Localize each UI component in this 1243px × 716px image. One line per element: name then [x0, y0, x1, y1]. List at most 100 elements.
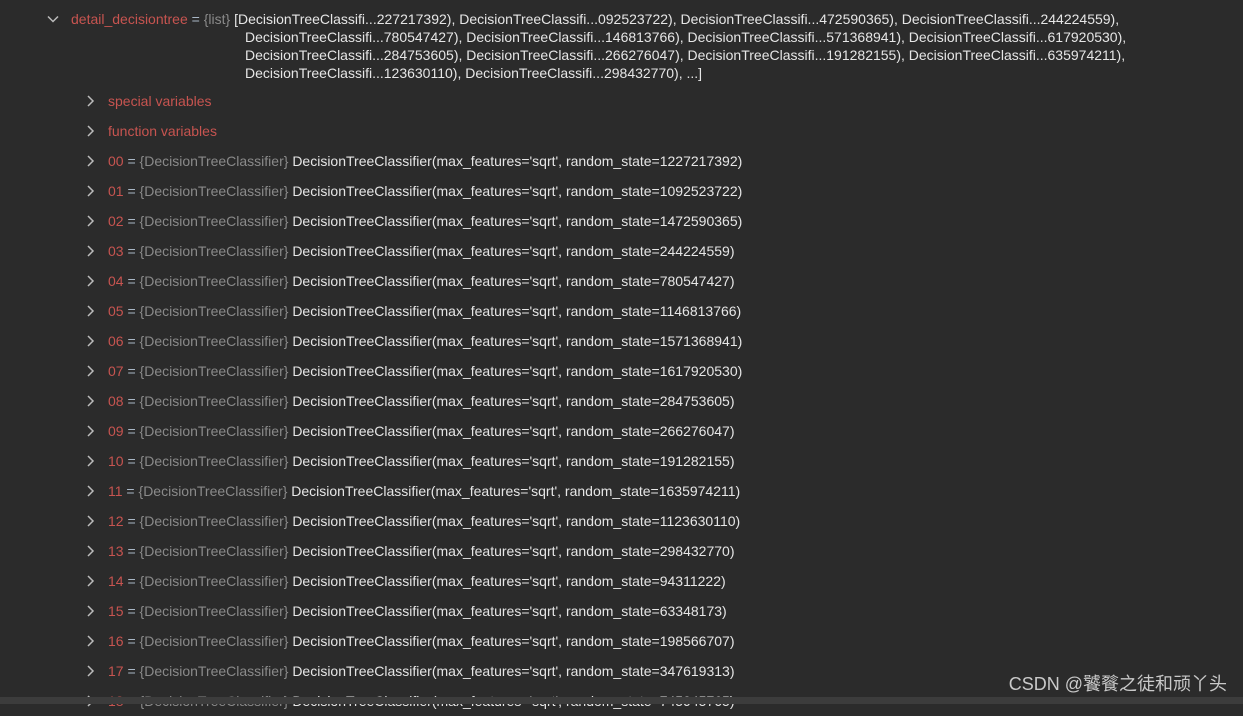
type-label: {list}	[203, 11, 231, 27]
tree-node-item[interactable]: 14 = {DecisionTreeClassifier} DecisionTr…	[0, 566, 1243, 596]
chevron-right-icon[interactable]	[83, 394, 97, 408]
tree-node-group[interactable]: function variables	[0, 116, 1243, 146]
item-text: 06 = {DecisionTreeClassifier} DecisionTr…	[108, 331, 742, 351]
chevron-right-icon[interactable]	[83, 484, 97, 498]
tree-node-item[interactable]: 00 = {DecisionTreeClassifier} DecisionTr…	[0, 146, 1243, 176]
chevron-right-icon[interactable]	[83, 154, 97, 168]
item-value: DecisionTreeClassifier(max_features='sqr…	[292, 663, 735, 679]
item-text: 12 = {DecisionTreeClassifier} DecisionTr…	[108, 511, 740, 531]
chevron-right-icon[interactable]	[83, 184, 97, 198]
item-value: DecisionTreeClassifier(max_features='sqr…	[292, 513, 741, 529]
chevron-right-icon[interactable]	[83, 214, 97, 228]
tree-node-item[interactable]: 13 = {DecisionTreeClassifier} DecisionTr…	[0, 536, 1243, 566]
item-value: DecisionTreeClassifier(max_features='sqr…	[292, 153, 743, 169]
horizontal-scrollbar[interactable]	[0, 697, 1243, 704]
equals-sign: =	[123, 423, 140, 439]
item-index: 03	[108, 243, 124, 259]
chevron-right-icon[interactable]	[83, 604, 97, 618]
item-text: 03 = {DecisionTreeClassifier} DecisionTr…	[108, 241, 734, 261]
equals-sign: =	[123, 663, 140, 679]
item-text: 09 = {DecisionTreeClassifier} DecisionTr…	[108, 421, 734, 441]
item-value: DecisionTreeClassifier(max_features='sqr…	[292, 543, 735, 559]
item-type: {DecisionTreeClassifier}	[139, 333, 289, 349]
chevron-right-icon[interactable]	[83, 364, 97, 378]
tree-node-item[interactable]: 12 = {DecisionTreeClassifier} DecisionTr…	[0, 506, 1243, 536]
chevron-right-icon[interactable]	[83, 634, 97, 648]
item-value: DecisionTreeClassifier(max_features='sqr…	[292, 453, 735, 469]
chevron-right-icon[interactable]	[83, 544, 97, 558]
equals-sign: =	[123, 393, 140, 409]
tree-node-detail-decisiontree[interactable]: detail_decisiontree = {list} [DecisionTr…	[0, 0, 1243, 86]
tree-node-item[interactable]: 04 = {DecisionTreeClassifier} DecisionTr…	[0, 266, 1243, 296]
tree-node-item[interactable]: 01 = {DecisionTreeClassifier} DecisionTr…	[0, 176, 1243, 206]
item-value: DecisionTreeClassifier(max_features='sqr…	[292, 183, 743, 199]
item-type: {DecisionTreeClassifier}	[139, 633, 289, 649]
chevron-down-icon[interactable]	[46, 12, 60, 26]
item-value: DecisionTreeClassifier(max_features='sqr…	[292, 213, 743, 229]
item-value: DecisionTreeClassifier(max_features='sqr…	[292, 333, 743, 349]
tree-node-group[interactable]: special variables	[0, 86, 1243, 116]
tree-node-item[interactable]: 16 = {DecisionTreeClassifier} DecisionTr…	[0, 626, 1243, 656]
tree-node-item[interactable]: 05 = {DecisionTreeClassifier} DecisionTr…	[0, 296, 1243, 326]
item-text: 14 = {DecisionTreeClassifier} DecisionTr…	[108, 571, 726, 591]
item-text: 07 = {DecisionTreeClassifier} DecisionTr…	[108, 361, 742, 381]
item-value: DecisionTreeClassifier(max_features='sqr…	[292, 363, 743, 379]
chevron-right-icon[interactable]	[83, 244, 97, 258]
item-type: {DecisionTreeClassifier}	[139, 603, 289, 619]
item-value: DecisionTreeClassifier(max_features='sqr…	[292, 603, 727, 619]
equals-sign: =	[123, 363, 140, 379]
equals-sign: =	[123, 453, 140, 469]
item-type: {DecisionTreeClassifier}	[139, 393, 289, 409]
item-index: 05	[108, 303, 124, 319]
equals-sign: =	[123, 573, 140, 589]
tree-node-item[interactable]: 02 = {DecisionTreeClassifier} DecisionTr…	[0, 206, 1243, 236]
item-type: {DecisionTreeClassifier}	[138, 483, 288, 499]
item-index: 17	[108, 663, 124, 679]
item-text: 16 = {DecisionTreeClassifier} DecisionTr…	[108, 631, 734, 651]
item-index: 02	[108, 213, 124, 229]
equals-sign: =	[123, 213, 140, 229]
item-text: 15 = {DecisionTreeClassifier} DecisionTr…	[108, 601, 727, 621]
item-index: 15	[108, 603, 124, 619]
chevron-right-icon[interactable]	[83, 304, 97, 318]
variables-tree: detail_decisiontree = {list} [DecisionTr…	[0, 0, 1243, 716]
item-text: 13 = {DecisionTreeClassifier} DecisionTr…	[108, 541, 734, 561]
root-first-line: detail_decisiontree = {list} [DecisionTr…	[71, 10, 1119, 28]
item-type: {DecisionTreeClassifier}	[139, 153, 289, 169]
item-index: 04	[108, 273, 124, 289]
item-value: DecisionTreeClassifier(max_features='sqr…	[292, 393, 735, 409]
item-value: DecisionTreeClassifier(max_features='sqr…	[292, 423, 735, 439]
chevron-right-icon[interactable]	[83, 274, 97, 288]
tree-node-item[interactable]: 10 = {DecisionTreeClassifier} DecisionTr…	[0, 446, 1243, 476]
item-text: 01 = {DecisionTreeClassifier} DecisionTr…	[108, 181, 742, 201]
item-text: 10 = {DecisionTreeClassifier} DecisionTr…	[108, 451, 734, 471]
equals-sign: =	[123, 273, 140, 289]
item-index: 12	[108, 513, 124, 529]
chevron-right-icon[interactable]	[83, 514, 97, 528]
tree-node-item[interactable]: 11 = {DecisionTreeClassifier} DecisionTr…	[0, 476, 1243, 506]
item-type: {DecisionTreeClassifier}	[139, 423, 289, 439]
equals-sign: =	[187, 11, 204, 27]
chevron-right-icon[interactable]	[83, 454, 97, 468]
chevron-right-icon[interactable]	[83, 574, 97, 588]
tree-node-item[interactable]: 03 = {DecisionTreeClassifier} DecisionTr…	[0, 236, 1243, 266]
equals-sign: =	[123, 333, 140, 349]
item-type: {DecisionTreeClassifier}	[139, 213, 289, 229]
tree-node-item[interactable]: 15 = {DecisionTreeClassifier} DecisionTr…	[0, 596, 1243, 626]
chevron-right-icon[interactable]	[83, 94, 97, 108]
item-index: 00	[108, 153, 124, 169]
equals-sign: =	[123, 513, 140, 529]
tree-node-item[interactable]: 08 = {DecisionTreeClassifier} DecisionTr…	[0, 386, 1243, 416]
tree-node-item[interactable]: 09 = {DecisionTreeClassifier} DecisionTr…	[0, 416, 1243, 446]
chevron-right-icon[interactable]	[83, 124, 97, 138]
tree-node-item[interactable]: 06 = {DecisionTreeClassifier} DecisionTr…	[0, 326, 1243, 356]
item-type: {DecisionTreeClassifier}	[139, 363, 289, 379]
chevron-right-icon[interactable]	[83, 664, 97, 678]
item-value: DecisionTreeClassifier(max_features='sqr…	[292, 633, 735, 649]
chevron-right-icon[interactable]	[83, 424, 97, 438]
value-summary-line-3: DecisionTreeClassifi...284753605), Decis…	[245, 47, 1126, 63]
chevron-right-icon[interactable]	[83, 334, 97, 348]
item-index: 06	[108, 333, 124, 349]
tree-node-item[interactable]: 07 = {DecisionTreeClassifier} DecisionTr…	[0, 356, 1243, 386]
equals-sign: =	[123, 303, 140, 319]
